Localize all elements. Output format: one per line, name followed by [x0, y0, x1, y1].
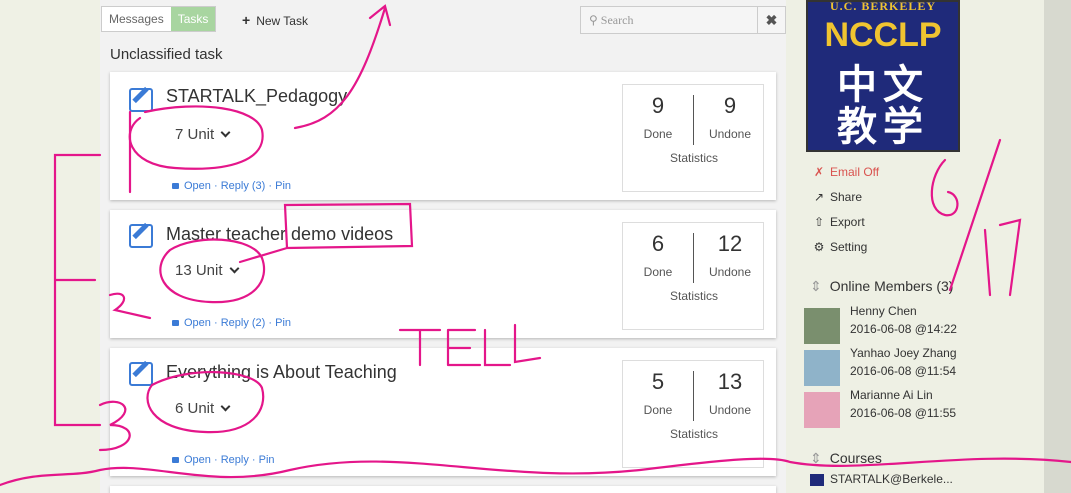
email-off-button[interactable]: ✗ Email Off — [812, 160, 879, 185]
task-statistics[interactable]: 6 12 Done Undone Statistics — [622, 222, 764, 330]
section-title: Unclassified task — [110, 46, 223, 63]
view-tabs: Messages Tasks — [101, 6, 217, 32]
chevron-down-icon — [229, 263, 239, 274]
units-dropdown[interactable]: 6 Unit — [175, 400, 231, 417]
plus-icon: + — [242, 12, 251, 28]
task-links: Open · Reply (3) · Pin — [172, 180, 291, 192]
search-bar: ⚲ Search ✖ — [580, 6, 786, 34]
upload-icon: ⇧ — [813, 215, 825, 229]
statistics-label: Statistics — [669, 151, 718, 165]
left-background — [0, 0, 100, 493]
units-dropdown[interactable]: 13 Unit — [175, 262, 239, 279]
undone-count: 12 — [717, 231, 743, 256]
open-link[interactable]: Open — [184, 454, 211, 466]
member-item[interactable]: Henny Chen 2016-06-08 @14:22 — [804, 304, 1044, 346]
gear-icon: ⚙ — [813, 240, 825, 254]
done-count: 9 — [651, 93, 665, 118]
bell-slash-icon: ✗ — [813, 165, 825, 179]
statistics-label: Statistics — [669, 289, 718, 303]
share-icon: ↗ — [813, 190, 825, 204]
reply-link[interactable]: Reply — [221, 454, 249, 466]
undone-label: Undone — [708, 265, 752, 279]
pin-link[interactable]: Pin — [275, 317, 291, 329]
task-card: Master teacher demo videos 13 Unit Open … — [110, 210, 776, 338]
search-icon: ⚲ — [589, 13, 598, 27]
open-link[interactable]: Open — [184, 180, 211, 192]
done-count: 6 — [651, 231, 665, 256]
done-label: Done — [643, 127, 673, 141]
task-title[interactable]: Everything is About Teaching — [166, 362, 397, 383]
right-sidebar: U.C. BERKELEY NCCLP 中文 教学 ✗ Email Off ↗ Sha… — [786, 0, 1044, 493]
task-card: STARTALK_Pedagogy 7 Unit Open · Reply (3… — [110, 72, 776, 200]
member-item[interactable]: Marianne Ai Lin 2016-06-08 @11:55 — [804, 388, 1044, 430]
course-icon — [810, 473, 824, 486]
sidebar-actions: ✗ Email Off ↗ Share ⇧ Export ⚙ Setting — [812, 160, 880, 260]
units-dropdown[interactable]: 7 Unit — [175, 126, 231, 143]
task-links: Open · Reply · Pin — [172, 454, 275, 466]
new-task-button[interactable]: + New Task — [242, 12, 308, 28]
chevron-down-icon — [220, 401, 231, 412]
task-title[interactable]: STARTALK_Pedagogy — [166, 86, 347, 107]
search-input[interactable]: ⚲ Search — [581, 7, 757, 33]
task-links: Open · Reply (2) · Pin — [172, 317, 291, 329]
window-edge — [1044, 0, 1071, 493]
reply-link[interactable]: Reply (2) — [221, 317, 266, 329]
open-link[interactable]: Open — [184, 317, 211, 329]
setting-button[interactable]: ⚙ Setting — [812, 235, 879, 260]
share-button[interactable]: ↗ Share — [812, 185, 879, 210]
statistics-label: Statistics — [669, 427, 718, 441]
divider — [693, 95, 694, 145]
avatar — [804, 308, 840, 344]
toolbar: Messages Tasks + New Task ⚲ Search ✖ — [100, 6, 786, 34]
export-button[interactable]: ⇧ Export — [812, 210, 879, 235]
edit-icon[interactable] — [129, 224, 153, 248]
unlock-icon — [172, 183, 179, 189]
task-title[interactable]: Master teacher demo videos — [166, 224, 393, 245]
chevron-down-icon — [220, 127, 231, 138]
avatar — [804, 392, 840, 428]
divider — [693, 371, 694, 421]
undone-count: 13 — [717, 369, 743, 394]
course-link[interactable]: STARTALK@Berkele... — [810, 472, 953, 486]
edit-icon[interactable] — [129, 362, 153, 386]
edit-icon[interactable] — [129, 88, 153, 112]
done-label: Done — [643, 265, 673, 279]
clear-search-button[interactable]: ✖ — [757, 7, 785, 33]
online-members-heading[interactable]: ⇕ Online Members (3) — [810, 278, 953, 295]
unlock-icon — [172, 457, 179, 463]
done-label: Done — [643, 403, 673, 417]
tab-tasks[interactable]: Tasks — [170, 7, 216, 31]
task-card: Everything is About Teaching 6 Unit Open… — [110, 348, 776, 476]
task-statistics[interactable]: 5 13 Done Undone Statistics — [622, 360, 764, 468]
undone-label: Undone — [708, 403, 752, 417]
undone-count: 9 — [723, 93, 737, 118]
pin-link[interactable]: Pin — [259, 454, 275, 466]
unlock-icon — [172, 320, 179, 326]
courses-heading[interactable]: ⇕ Courses — [810, 450, 882, 467]
task-card — [110, 486, 776, 493]
sort-icon: ⇕ — [810, 278, 822, 294]
member-item[interactable]: Yanhao Joey Zhang 2016-06-08 @11:54 — [804, 346, 1044, 388]
new-task-label: New Task — [256, 14, 308, 28]
avatar — [804, 350, 840, 386]
ncclp-logo: U.C. BERKELEY NCCLP 中文 教学 — [806, 0, 960, 152]
tab-messages[interactable]: Messages — [102, 7, 171, 31]
undone-label: Undone — [708, 127, 752, 141]
task-statistics[interactable]: 9 9 Done Undone Statistics — [622, 84, 764, 192]
sort-icon: ⇕ — [810, 450, 822, 466]
reply-link[interactable]: Reply (3) — [221, 180, 266, 192]
pin-link[interactable]: Pin — [275, 180, 291, 192]
divider — [693, 233, 694, 283]
task-panel: Messages Tasks + New Task ⚲ Search ✖ Uncl… — [100, 0, 786, 493]
done-count: 5 — [651, 369, 665, 394]
